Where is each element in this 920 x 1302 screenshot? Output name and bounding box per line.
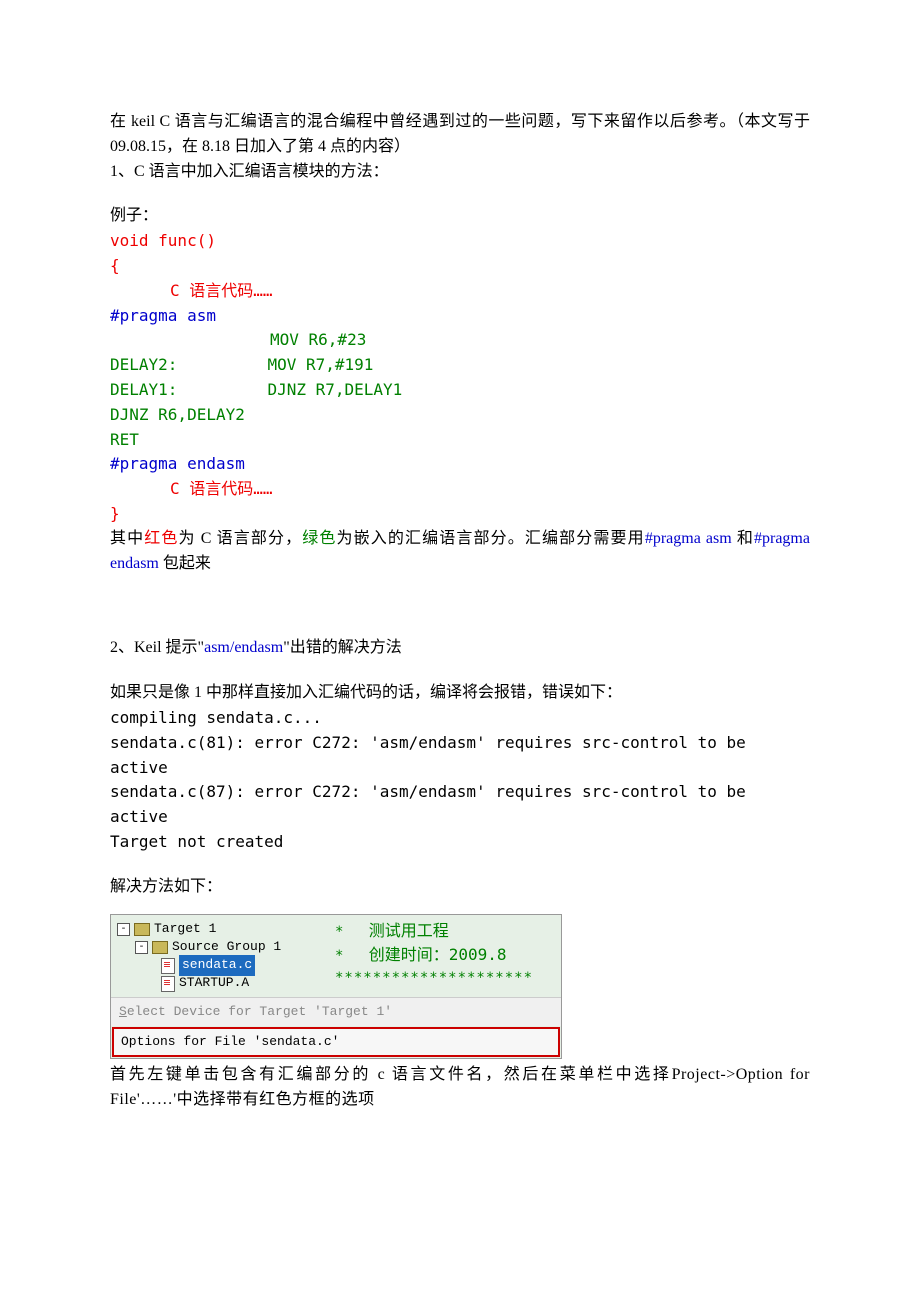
tree-node-target[interactable]: - Target 1 <box>117 921 327 939</box>
code-line: DJNZ R6,DELAY2 <box>110 403 810 428</box>
code-line: DELAY1:DJNZ R7,DELAY1 <box>110 378 810 403</box>
project-tree: - Target 1 - Source Group 1 sendata.c ST… <box>111 915 331 997</box>
code-line: C 语言代码…… <box>110 477 810 502</box>
section2-title: 2、Keil 提示"asm/endasm"出错的解决方法 <box>110 636 810 661</box>
code-line: #pragma asm <box>110 304 810 329</box>
collapse-icon[interactable]: - <box>135 941 148 954</box>
ide-screenshot-box: - Target 1 - Source Group 1 sendata.c ST… <box>110 914 562 1059</box>
code-line: } <box>110 502 810 527</box>
code-line: void func() <box>110 229 810 254</box>
folder-icon <box>152 941 168 954</box>
error-line: sendata.c(87): error C272: 'asm/endasm' … <box>110 780 810 830</box>
example-label: 例子： <box>110 204 810 229</box>
error-line: Target not created <box>110 830 810 855</box>
tree-node-file-selected[interactable]: sendata.c <box>117 957 327 975</box>
footer-paragraph: 首先左键单击包含有汇编部分的 c 语言文件名，然后在菜单栏中选择Project-… <box>110 1063 810 1113</box>
intro-text-2: 1、C 语言中加入汇编语言模块的方法： <box>110 160 810 185</box>
tree-node-group[interactable]: - Source Group 1 <box>117 939 327 957</box>
folder-icon <box>134 923 150 936</box>
tree-node-file[interactable]: STARTUP.A <box>117 975 327 993</box>
code-line: MOV R6,#23 <box>110 328 810 353</box>
section2-desc: 如果只是像 1 中那样直接加入汇编代码的话，编译将会报错，错误如下： <box>110 681 810 706</box>
error-line: compiling sendata.c... <box>110 706 810 731</box>
file-icon <box>161 976 175 992</box>
code-line: #pragma endasm <box>110 452 810 477</box>
code-block: void func() { C 语言代码…… #pragma asm MOV R… <box>110 229 810 527</box>
context-menu-item-disabled: Select Device for Target 'Target 1' <box>111 997 561 1026</box>
intro-text-1: 在 keil C 语言与汇编语言的混合编程中曾经遇到过的一些问题，写下来留作以后… <box>110 110 810 160</box>
file-icon <box>161 958 175 974</box>
explain-paragraph: 其中红色为 C 语言部分，绿色为嵌入的汇编语言部分。汇编部分需要用#pragma… <box>110 527 810 577</box>
code-line: DELAY2:MOV R7,#191 <box>110 353 810 378</box>
error-line: sendata.c(81): error C272: 'asm/endasm' … <box>110 731 810 781</box>
solve-label: 解决方法如下： <box>110 875 810 900</box>
code-line: RET <box>110 428 810 453</box>
code-line: C 语言代码…… <box>110 279 810 304</box>
collapse-icon[interactable]: - <box>117 923 130 936</box>
editor-preview: * 测试用工程 * 创建时间：2009.8 ******************… <box>331 915 561 997</box>
context-menu-item-options[interactable]: Options for File 'sendata.c' <box>112 1027 560 1057</box>
code-line: { <box>110 254 810 279</box>
